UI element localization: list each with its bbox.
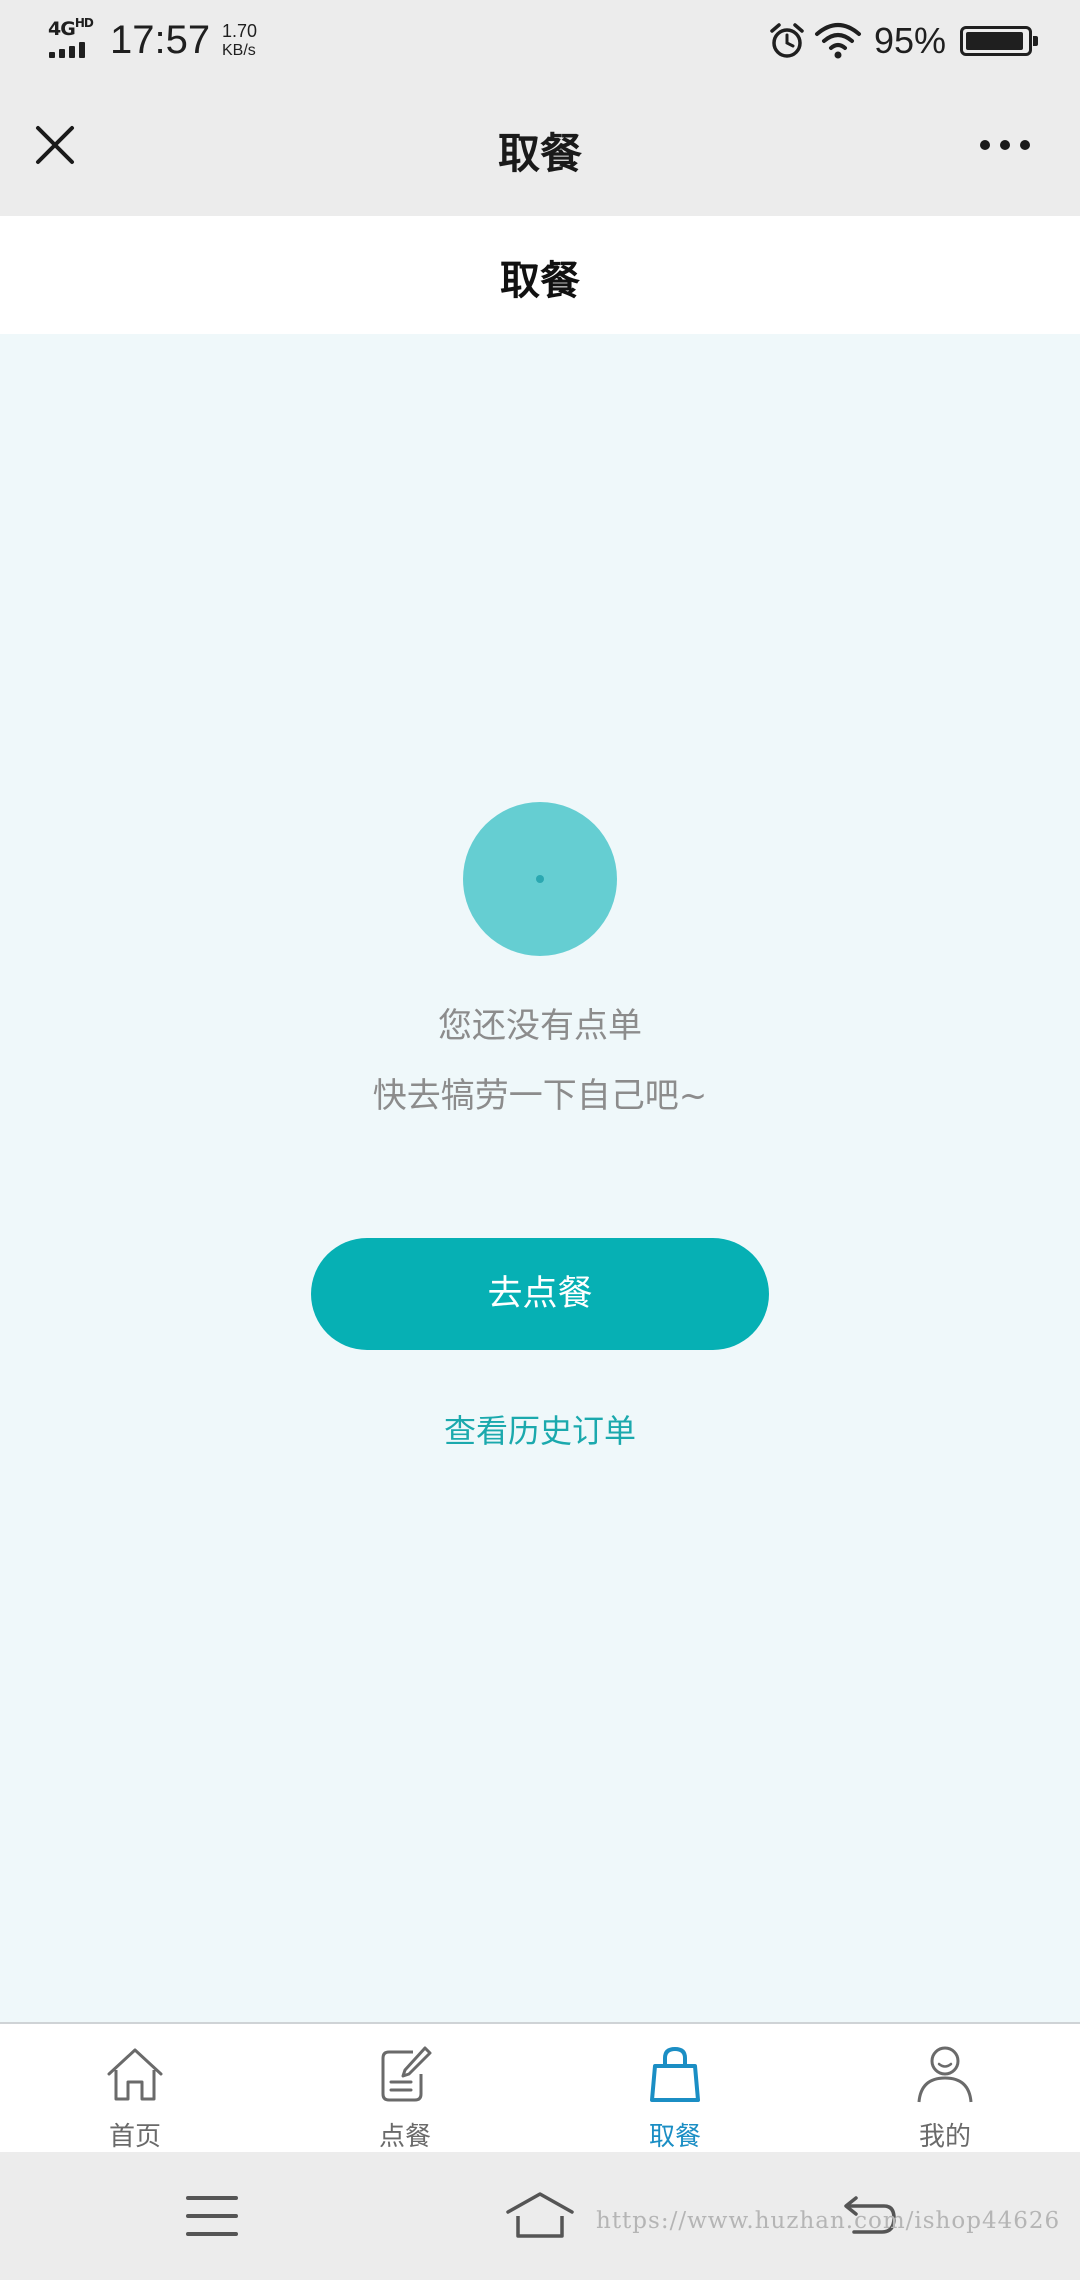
- home-icon: [107, 2048, 163, 2101]
- user-icon: [917, 2046, 973, 2103]
- empty-state-hint: 快去犒劳一下自己吧~: [372, 1076, 708, 1116]
- tab-mine-label: 我的: [918, 2122, 971, 2152]
- signal-icon: [49, 42, 97, 58]
- view-history-orders-link[interactable]: 查看历史订单: [0, 1406, 1080, 1452]
- page-title: 取餐: [500, 258, 580, 304]
- network-type: 4GHD: [48, 16, 94, 40]
- close-icon[interactable]: [30, 120, 80, 170]
- tab-order[interactable]: 点餐: [270, 2024, 540, 2152]
- network-speed-unit: KB/s: [222, 42, 256, 59]
- watermark-text: https://www.huzhan.com/ishop44626: [596, 2208, 1061, 2234]
- alarm-icon: [770, 23, 804, 58]
- tab-pickup[interactable]: 取餐: [540, 2024, 810, 2152]
- order-edit-icon: [381, 2046, 432, 2102]
- menu-icon[interactable]: [186, 2196, 238, 2236]
- tab-home[interactable]: 首页: [0, 2024, 270, 2152]
- battery-icon: [960, 26, 1038, 56]
- tab-home-label: 首页: [108, 2122, 161, 2152]
- system-home-icon[interactable]: [504, 2190, 576, 2240]
- status-time: 17:57: [110, 18, 211, 62]
- tab-pickup-label: 取餐: [648, 2122, 701, 2152]
- go-order-button[interactable]: 去点餐: [311, 1238, 769, 1350]
- empty-state-illustration: [463, 802, 617, 956]
- status-bar: 4GHD 17:57 1.70 KB/s 95%: [0, 0, 1080, 84]
- battery-percent: 95%: [874, 20, 947, 61]
- navigation-bar: 取餐: [0, 84, 1080, 216]
- tab-order-label: 点餐: [378, 2122, 431, 2152]
- shopping-bag-icon: [650, 2046, 700, 2102]
- network-speed: 1.70: [222, 21, 258, 41]
- empty-state-message: 您还没有点单: [438, 1006, 642, 1046]
- nav-title: 取餐: [497, 129, 582, 178]
- tab-mine[interactable]: 我的: [810, 2024, 1080, 2152]
- wifi-icon: [815, 23, 861, 59]
- empty-state-content: 您还没有点单 快去犒劳一下自己吧~ 去点餐 查看历史订单: [0, 334, 1080, 2022]
- tab-bar: 首页 点餐 取餐 我的: [0, 2022, 1080, 2152]
- more-icon[interactable]: [970, 132, 1040, 156]
- battery-level-fill: [966, 32, 1023, 50]
- page-header: 取餐: [0, 216, 1080, 334]
- system-navigation-bar: https://www.huzhan.com/ishop44626: [0, 2152, 1080, 2280]
